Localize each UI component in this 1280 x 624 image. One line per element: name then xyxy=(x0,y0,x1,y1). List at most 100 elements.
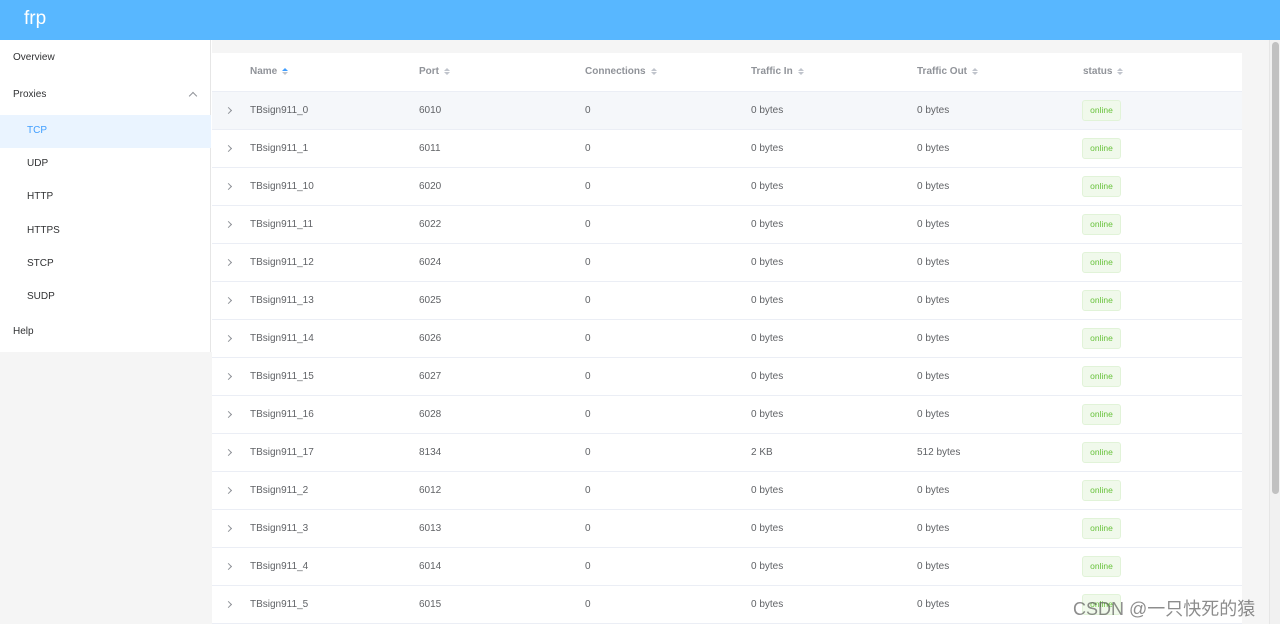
chevron-right-icon[interactable] xyxy=(224,106,233,115)
cell-name: TBsign911_3 xyxy=(250,523,309,534)
cell-traffic-out: 0 bytes xyxy=(917,333,950,344)
column-header-connections[interactable]: Connections xyxy=(585,66,657,77)
cell-connections: 0 xyxy=(585,523,591,534)
watermark: CSDN @一只快死的猿 xyxy=(1073,599,1256,619)
sidebar-item-stcp[interactable]: STCP xyxy=(0,248,211,281)
column-header-traffic-in[interactable]: Traffic In xyxy=(751,66,804,77)
chevron-right-icon[interactable] xyxy=(224,524,233,533)
cell-traffic-in: 0 bytes xyxy=(751,219,784,230)
sidebar-item-sudp[interactable]: SUDP xyxy=(0,281,211,314)
column-header-traffic-out[interactable]: Traffic Out xyxy=(917,66,979,77)
sort-icon[interactable] xyxy=(650,68,657,75)
status-badge: online xyxy=(1082,100,1121,121)
sidebar-item-label: Overview xyxy=(13,52,55,63)
chevron-right-icon[interactable] xyxy=(224,372,233,381)
chevron-right-icon[interactable] xyxy=(224,182,233,191)
table-row[interactable]: TBsign911_14 6026 0 0 bytes 0 bytes online xyxy=(212,320,1242,358)
sidebar-item-udp[interactable]: UDP xyxy=(0,148,211,181)
column-label: Port xyxy=(419,66,439,77)
chevron-right-icon[interactable] xyxy=(224,448,233,457)
cell-name: TBsign911_5 xyxy=(250,599,309,610)
cell-name: TBsign911_16 xyxy=(250,409,314,420)
chevron-right-icon[interactable] xyxy=(224,220,233,229)
cell-name: TBsign911_0 xyxy=(250,105,309,116)
table-row[interactable]: TBsign911_4 6014 0 0 bytes 0 bytes online xyxy=(212,548,1242,586)
main-content: Name Port Connections Traffic In Traffic… xyxy=(212,40,1269,624)
cell-traffic-in: 0 bytes xyxy=(751,485,784,496)
table-row[interactable]: TBsign911_17 8134 0 2 KB 512 bytes online xyxy=(212,434,1242,472)
cell-traffic-out: 0 bytes xyxy=(917,409,950,420)
chevron-right-icon[interactable] xyxy=(224,562,233,571)
column-header-name[interactable]: Name xyxy=(250,66,289,77)
table-row[interactable]: TBsign911_11 6022 0 0 bytes 0 bytes online xyxy=(212,206,1242,244)
table-row[interactable]: TBsign911_2 6012 0 0 bytes 0 bytes online xyxy=(212,472,1242,510)
sidebar-item-overview[interactable]: Overview xyxy=(0,52,211,66)
cell-name: TBsign911_12 xyxy=(250,257,314,268)
cell-name: TBsign911_13 xyxy=(250,295,314,306)
vertical-scrollbar[interactable] xyxy=(1269,40,1280,624)
cell-traffic-out: 0 bytes xyxy=(917,143,950,154)
cell-port: 8134 xyxy=(419,447,442,458)
cell-name: TBsign911_14 xyxy=(250,333,314,344)
sidebar-item-http[interactable]: HTTP xyxy=(0,181,211,214)
cell-traffic-in: 0 bytes xyxy=(751,181,784,192)
sort-icon[interactable] xyxy=(1117,68,1124,75)
column-header-status[interactable]: status xyxy=(1083,66,1124,77)
table-row[interactable]: TBsign911_15 6027 0 0 bytes 0 bytes online xyxy=(212,358,1242,396)
table-row[interactable]: TBsign911_1 6011 0 0 bytes 0 bytes online xyxy=(212,130,1242,168)
scrollbar-thumb[interactable] xyxy=(1272,42,1279,494)
cell-traffic-in: 0 bytes xyxy=(751,257,784,268)
cell-connections: 0 xyxy=(585,409,591,420)
chevron-right-icon[interactable] xyxy=(224,600,233,609)
status-badge: online xyxy=(1082,518,1121,539)
cell-connections: 0 xyxy=(585,485,591,496)
cell-traffic-out: 0 bytes xyxy=(917,561,950,572)
app-logo[interactable]: frp xyxy=(24,7,46,31)
sidebar-item-proxies[interactable]: Proxies xyxy=(0,89,211,103)
cell-connections: 0 xyxy=(585,371,591,382)
chevron-right-icon[interactable] xyxy=(224,258,233,267)
cell-traffic-in: 0 bytes xyxy=(751,143,784,154)
sidebar-item-label: HTTPS xyxy=(27,225,60,236)
status-badge: online xyxy=(1082,480,1121,501)
table-row[interactable]: TBsign911_12 6024 0 0 bytes 0 bytes online xyxy=(212,244,1242,282)
chevron-right-icon[interactable] xyxy=(224,486,233,495)
chevron-right-icon[interactable] xyxy=(224,410,233,419)
cell-connections: 0 xyxy=(585,219,591,230)
cell-connections: 0 xyxy=(585,105,591,116)
cell-traffic-out: 0 bytes xyxy=(917,105,950,116)
sidebar-item-tcp[interactable]: TCP xyxy=(0,115,211,148)
sort-icon[interactable] xyxy=(444,68,450,75)
sort-icon[interactable] xyxy=(282,68,289,75)
table-row[interactable]: TBsign911_16 6028 0 0 bytes 0 bytes online xyxy=(212,396,1242,434)
cell-port: 6011 xyxy=(419,143,441,154)
cell-traffic-in: 0 bytes xyxy=(751,295,784,306)
sort-icon[interactable] xyxy=(972,68,979,75)
sidebar-item-help[interactable]: Help xyxy=(0,326,211,340)
cell-port: 6022 xyxy=(419,219,442,230)
table-row[interactable]: TBsign911_10 6020 0 0 bytes 0 bytes online xyxy=(212,168,1242,206)
chevron-right-icon[interactable] xyxy=(224,334,233,343)
chevron-right-icon[interactable] xyxy=(224,296,233,305)
cell-name: TBsign911_15 xyxy=(250,371,314,382)
cell-port: 6012 xyxy=(419,485,442,496)
column-header-port[interactable]: Port xyxy=(419,66,450,77)
status-badge: online xyxy=(1082,442,1121,463)
cell-traffic-out: 0 bytes xyxy=(917,295,950,306)
cell-traffic-in: 0 bytes xyxy=(751,105,784,116)
sidebar-item-label: HTTP xyxy=(27,191,54,202)
sidebar-item-label: SUDP xyxy=(27,291,55,302)
sidebar-item-https[interactable]: HTTPS xyxy=(0,215,211,248)
table-row[interactable]: TBsign911_0 6010 0 0 bytes 0 bytes online xyxy=(212,92,1242,130)
cell-port: 6024 xyxy=(419,257,442,268)
table-row[interactable]: TBsign911_3 6013 0 0 bytes 0 bytes online xyxy=(212,510,1242,548)
cell-port: 6013 xyxy=(419,523,442,534)
status-badge: online xyxy=(1082,404,1121,425)
status-badge: online xyxy=(1082,214,1121,235)
table-row[interactable]: TBsign911_13 6025 0 0 bytes 0 bytes online xyxy=(212,282,1242,320)
column-label: Traffic Out xyxy=(917,66,968,77)
sidebar-background xyxy=(0,352,212,624)
sort-icon[interactable] xyxy=(797,68,804,75)
chevron-right-icon[interactable] xyxy=(224,144,233,153)
status-badge: online xyxy=(1082,290,1121,311)
